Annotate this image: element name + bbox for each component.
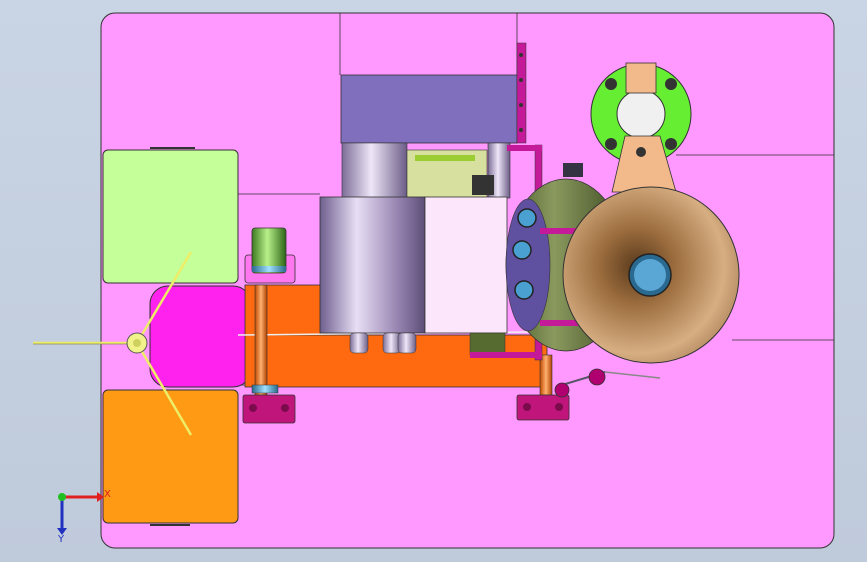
bracket-hole-4 [519,128,523,132]
vertical-bracket[interactable] [516,42,527,144]
motor-block[interactable] [340,74,518,144]
pad-top[interactable] [102,149,239,284]
foot-left-bolt-2 [281,404,289,412]
flange-bolt-5 [665,138,677,150]
green-cap-band [252,266,286,272]
side-frame-top [507,145,542,151]
drum-port-2 [512,240,532,260]
flange-bolt-4 [605,138,617,150]
cylinder-leg-1 [349,332,369,354]
cylinder-face[interactable] [424,196,508,334]
rod-left [254,284,268,396]
flange-bolt-3 [665,78,677,90]
foot-left-bolt-1 [249,404,257,412]
drum-port-3 [514,280,534,300]
rod-right [539,354,553,396]
side-frame-bottom [470,352,542,358]
cad-viewport[interactable]: X Y [0,0,867,562]
flange-hub [616,89,666,139]
bracket-hole-3 [519,103,523,107]
cylinder-leg-4 [469,332,506,356]
pad-bottom[interactable] [102,389,239,524]
foot-right-bolt-1 [523,403,531,411]
blade-hub-center [133,339,141,347]
rod-collar [251,384,279,394]
bracket-hole-2 [519,78,523,82]
drum-bolt-top [563,163,583,177]
mechanism-slot [472,175,494,195]
bracket-hole-1 [519,53,523,57]
pad-middle[interactable] [149,285,252,388]
foot-right-bolt-2 [555,403,563,411]
triad-origin [58,493,66,501]
drum-strap-2 [540,320,580,326]
cylinder-leg-3 [397,332,417,354]
link-pin [636,147,646,157]
flange-clamp [625,62,657,94]
drum-port-1 [517,208,537,228]
disk-hub-inner [634,259,666,291]
motor-shaft-left [341,142,408,199]
mechanism-gear [415,155,475,161]
handle-knob-2[interactable] [588,368,606,386]
handle-knob-1[interactable] [554,382,570,398]
main-cylinder[interactable] [319,196,426,334]
flange-bolt-2 [605,78,617,90]
triad-y-label: Y [57,534,65,545]
triad-x-label: X [104,489,111,500]
